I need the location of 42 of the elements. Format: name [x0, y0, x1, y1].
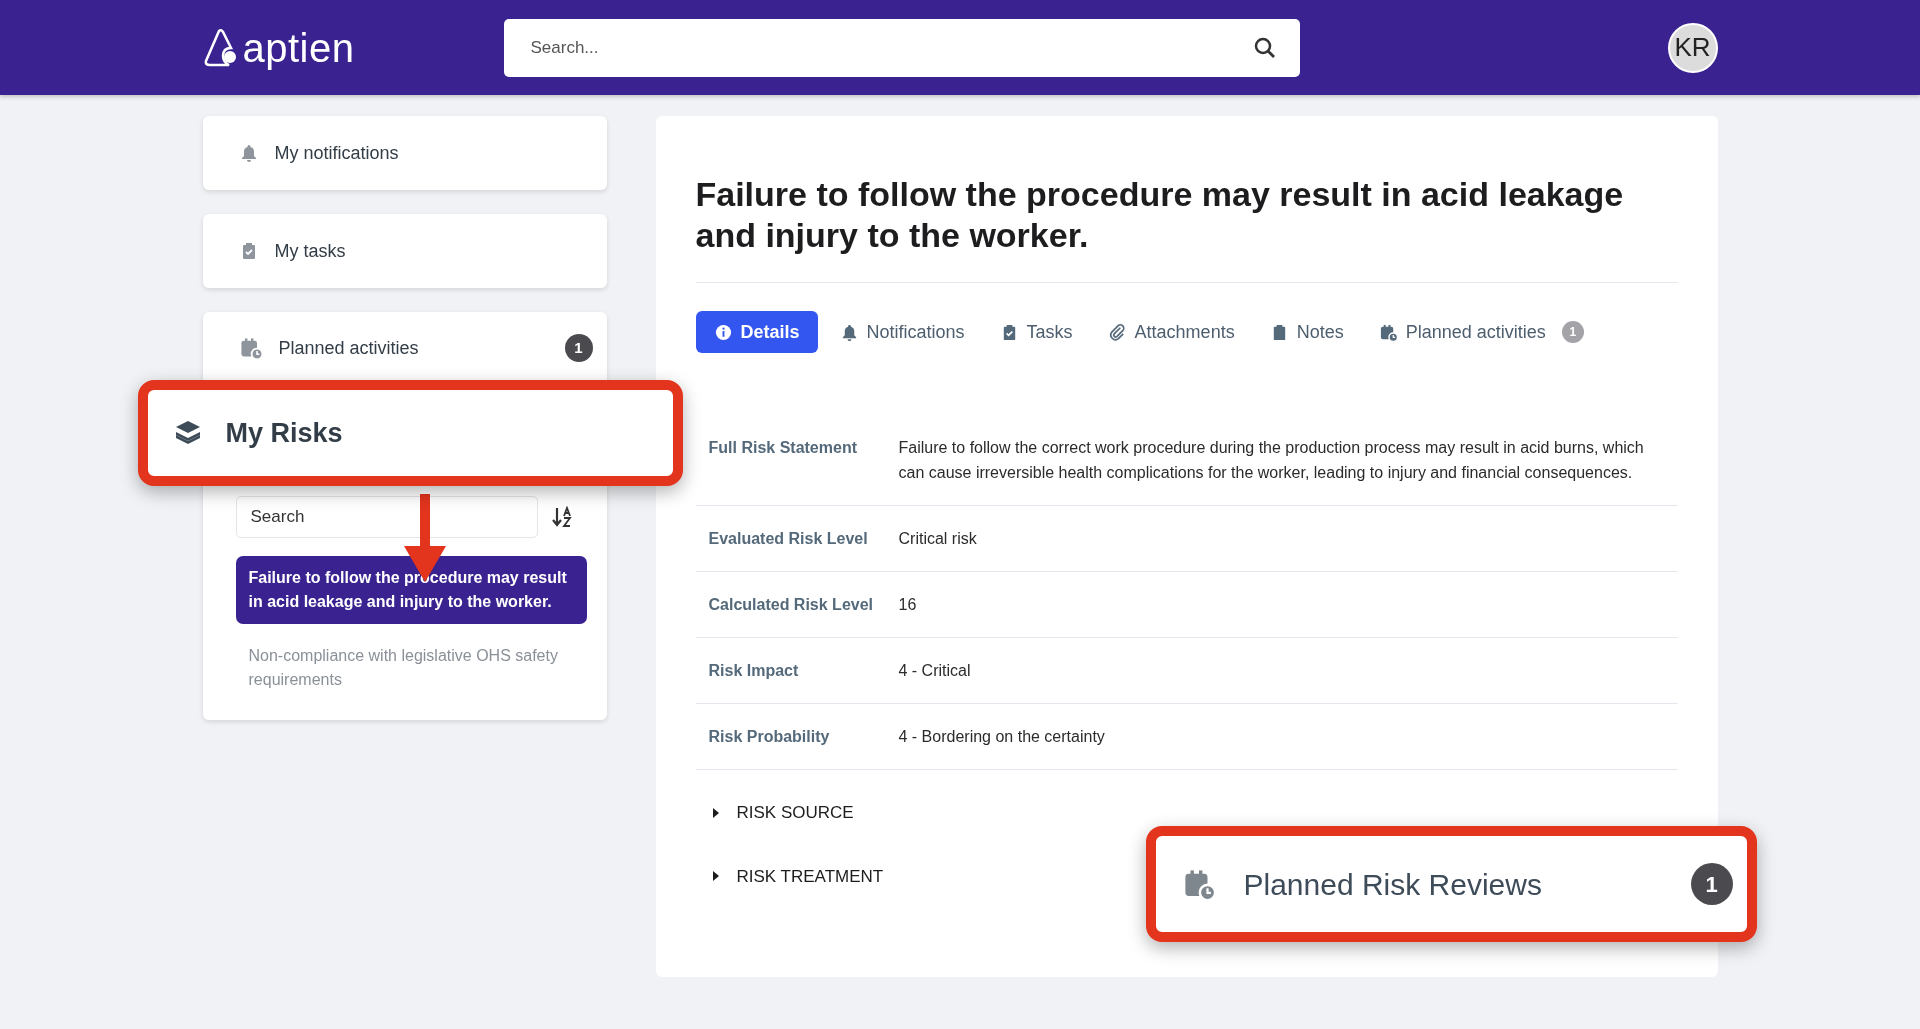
search-field[interactable]: Search...: [504, 18, 1301, 77]
caret-icon: [710, 871, 721, 882]
field-label: Full Risk Statement: [708, 438, 858, 458]
tab[interactable]: Details: [695, 311, 818, 353]
layers-icon: [173, 419, 202, 447]
section-toggle[interactable]: RISK SOURCE: [695, 800, 869, 826]
field-value: 4 - Bordering on the certainty: [898, 727, 1105, 747]
section-toggle[interactable]: RISK TREATMENT: [695, 863, 899, 889]
tab[interactable]: Notifications: [826, 311, 978, 353]
calendar-icon: [1378, 322, 1398, 342]
field-label: Risk Probability: [708, 727, 831, 747]
my-risks-callout[interactable]: My Risks: [137, 380, 683, 486]
sort-icon[interactable]: [551, 506, 574, 528]
planned-reviews-callout[interactable]: Planned Risk Reviews 1: [1145, 826, 1757, 942]
field-value: 4 - Critical: [898, 661, 971, 681]
count-badge: 1: [1690, 863, 1733, 905]
info-icon: [713, 322, 733, 342]
count-badge: 1: [564, 334, 593, 362]
logo-icon: [202, 28, 239, 67]
risk-list-item[interactable]: Failure to follow the procedure may result in acid leakage and injury to the worker.: [235, 556, 587, 624]
sidebar-item[interactable]: My tasks: [202, 214, 607, 288]
page-title: Failure to follow the procedure may result in acid leakage and injury to the worker.: [695, 174, 1678, 283]
field-label: Calculated Risk Level: [708, 595, 874, 615]
tab[interactable]: Tasks: [986, 311, 1086, 353]
count-badge: 1: [1561, 321, 1584, 343]
field-value: 16: [898, 595, 917, 615]
tab[interactable]: Planned activities 1: [1365, 311, 1597, 353]
logo[interactable]: aptien: [242, 17, 355, 78]
field-label: Risk Impact: [708, 661, 800, 681]
tab[interactable]: Attachments: [1094, 311, 1248, 353]
paperclip-icon: [1107, 322, 1127, 342]
field-label: Evaluated Risk Level: [708, 529, 869, 549]
field-value: Critical risk: [898, 529, 977, 549]
caret-icon: [710, 807, 721, 818]
calendar-icon: [238, 336, 263, 360]
search-field[interactable]: Search: [235, 496, 538, 538]
search-icon[interactable]: [1254, 36, 1277, 59]
sidebar-item[interactable]: My notifications: [202, 116, 607, 190]
sidebar-item[interactable]: Planned activities 1: [202, 312, 607, 376]
tab[interactable]: Notes: [1256, 311, 1357, 353]
field-value: Failure to follow the correct work procedure during the production process may result in acid burns, which can cause irreversible health complications for the worker, leading to injury and financial consequences.: [898, 438, 1645, 483]
user-avatar[interactable]: KR: [1667, 22, 1718, 73]
